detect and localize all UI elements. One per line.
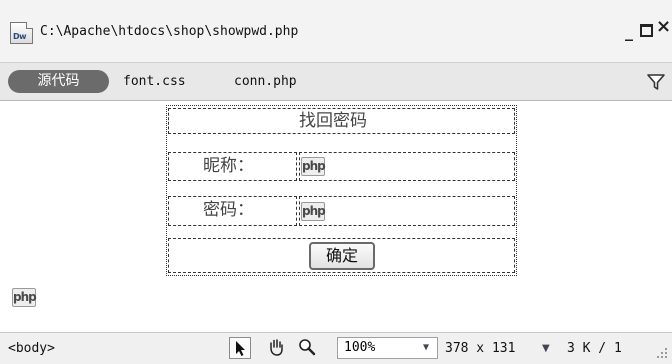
php-code-icon[interactable]: php <box>301 202 326 221</box>
document-icon: Dw <box>10 22 33 44</box>
document-icon-label: Dw <box>13 32 27 41</box>
hand-tool-icon[interactable] <box>266 337 288 359</box>
form-heading: 找回密码 <box>299 111 367 131</box>
window-size-readout[interactable]: 378 x 131 <box>445 341 515 356</box>
resize-grip-icon[interactable] <box>656 347 668 359</box>
php-code-icon[interactable]: php <box>12 288 37 307</box>
download-size-readout: 3 K / 1 <box>567 341 622 356</box>
pointer-tool-icon[interactable] <box>229 337 251 359</box>
confirm-button[interactable]: 确定 <box>309 242 375 270</box>
related-file-font-css[interactable]: font.css <box>123 74 186 89</box>
zoom-tool-icon[interactable] <box>297 337 319 359</box>
nickname-label: 昵称： <box>203 156 254 176</box>
design-view[interactable]: 找回密码 昵称： php 密码： php 确定 php <box>0 101 672 332</box>
related-file-conn-php[interactable]: conn.php <box>234 74 297 89</box>
password-value-cell <box>299 196 515 226</box>
minimize-button[interactable]: _ <box>625 22 633 41</box>
related-files-bar: 源代码 font.css conn.php <box>0 63 672 101</box>
maximize-button[interactable] <box>640 24 653 37</box>
nickname-value-cell <box>299 152 515 181</box>
password-label: 密码： <box>203 200 254 220</box>
close-button[interactable]: × <box>656 18 671 36</box>
chevron-down-icon[interactable]: ▼ <box>542 343 550 354</box>
zoom-select[interactable]: 100% ▼ <box>337 337 438 359</box>
tag-selector-body[interactable]: <body> <box>8 341 55 356</box>
status-bar: <body> 100% ▼ 378 x 131 ▼ 3 K / 1 <box>0 332 672 364</box>
chevron-down-icon: ▼ <box>422 342 429 353</box>
title-bar: Dw C:\Apache\htdocs\shop\showpwd.php _ × <box>0 0 672 63</box>
source-code-button[interactable]: 源代码 <box>8 70 109 93</box>
window-title: C:\Apache\htdocs\shop\showpwd.php <box>40 24 299 39</box>
funnel-icon[interactable] <box>646 72 666 92</box>
php-code-icon[interactable]: php <box>301 157 326 176</box>
zoom-value: 100% <box>344 340 376 355</box>
